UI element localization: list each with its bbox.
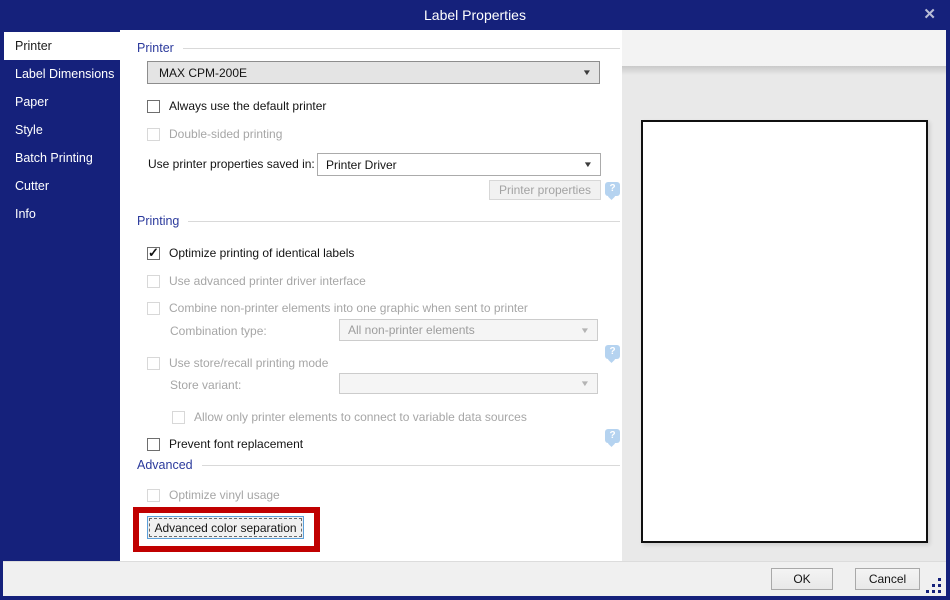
combination-type-label: Combination type: [170,324,267,338]
dialog-title: Label Properties [424,7,526,23]
chevron-down-icon: ▼ [582,160,594,169]
sidebar-item-batch-printing[interactable]: Batch Printing [0,144,120,172]
sidebar-item-label-dimensions[interactable]: Label Dimensions [0,60,120,88]
sidebar: Printer Label Dimensions Paper Style Bat… [0,30,120,561]
prevent-font-label: Prevent font replacement [169,437,304,451]
checkbox-row-combine-elements: Combine non-printer elements into one gr… [147,300,528,316]
help-icon[interactable]: ? [605,429,620,443]
chevron-down-icon: ▼ [581,68,593,77]
always-default-checkbox[interactable] [147,99,160,113]
always-default-label: Always use the default printer [169,99,327,113]
printer-section-label: Printer [137,41,174,55]
double-sided-label: Double-sided printing [169,127,283,141]
chevron-down-icon: ▼ [579,325,591,335]
sidebar-item-paper[interactable]: Paper [0,88,120,116]
cancel-label: Cancel [868,572,907,586]
advanced-color-separation-label: Advanced color separation [154,520,297,535]
main-content: Printer MAX CPM-200E ▼ Always use the de… [120,30,622,561]
checkbox-row-double-sided: Double-sided printing [147,126,282,142]
checkbox-row-prevent-font[interactable]: Prevent font replacement [147,436,303,452]
advanced-driver-label: Use advanced printer driver interface [169,274,366,288]
printing-section-header: Printing [137,214,620,228]
checkbox-row-optimize-identical[interactable]: ✓ Optimize printing of identical labels [147,245,354,261]
printer-properties-button: Printer properties [489,180,601,200]
advanced-section-label: Advanced [137,458,193,472]
checkbox-row-always-default[interactable]: Always use the default printer [147,98,326,114]
double-sided-checkbox [147,127,160,141]
optimize-identical-checkbox[interactable]: ✓ [147,244,160,260]
combination-type-select: All non-printer elements ▼ [339,319,598,341]
allow-printer-elements-label: Allow only printer elements to connect t… [194,410,527,424]
store-recall-checkbox [147,356,160,370]
ok-button[interactable]: OK [771,568,833,590]
advanced-color-separation-button[interactable]: Advanced color separation [147,516,304,539]
combination-type-value: All non-printer elements [348,323,475,337]
checkbox-row-store-recall: Use store/recall printing mode [147,355,328,371]
printer-select-value: MAX CPM-200E [159,65,248,80]
allow-printer-elements-checkbox [172,410,185,424]
preview-panel [622,30,947,561]
printer-properties-label: Printer properties [498,183,592,197]
resize-grip[interactable] [926,578,929,581]
sidebar-item-cutter[interactable]: Cutter [0,172,120,200]
printing-section-label: Printing [137,214,180,228]
properties-saved-value: Printer Driver [326,157,397,172]
cancel-button[interactable]: Cancel [855,568,920,590]
sidebar-item-printer[interactable]: Printer [4,32,120,60]
store-recall-label: Use store/recall printing mode [169,356,329,370]
checkbox-row-optimize-vinyl: Optimize vinyl usage [147,487,280,503]
section-divider [201,464,620,466]
properties-saved-select[interactable]: Printer Driver ▼ [317,153,601,176]
properties-saved-label: Use printer properties saved in: [148,157,315,171]
printer-section-header: Printer [137,41,620,55]
store-variant-select: ▼ [339,373,598,394]
sidebar-item-info[interactable]: Info [0,200,120,228]
chevron-down-icon: ▼ [579,379,591,388]
checkbox-row-advanced-driver: Use advanced printer driver interface [147,273,366,289]
printer-select[interactable]: MAX CPM-200E ▼ [147,61,600,84]
store-variant-label: Store variant: [170,378,242,392]
checkmark-icon: ✓ [148,244,159,260]
help-icon[interactable]: ? [605,182,620,196]
optimize-vinyl-label: Optimize vinyl usage [169,488,280,502]
preview-canvas-area [622,66,947,561]
label-preview [641,120,928,543]
checkbox-row-allow-printer-elements: Allow only printer elements to connect t… [172,409,527,425]
sidebar-item-style[interactable]: Style [0,116,120,144]
optimize-identical-label: Optimize printing of identical labels [169,246,355,260]
help-icon[interactable]: ? [605,345,620,359]
combine-elements-label: Combine non-printer elements into one gr… [169,301,528,315]
ok-label: OK [793,572,811,586]
title-bar: Label Properties ✕ [0,0,950,30]
label-properties-dialog: Label Properties ✕ Printer Label Dimensi… [0,0,950,600]
advanced-driver-checkbox [147,274,160,288]
advanced-section-header: Advanced [137,458,620,472]
close-icon[interactable]: ✕ [923,0,936,30]
optimize-vinyl-checkbox [147,488,160,502]
section-divider [188,220,620,222]
combine-elements-checkbox [147,301,160,315]
section-divider [182,47,620,49]
prevent-font-checkbox[interactable] [147,437,160,451]
